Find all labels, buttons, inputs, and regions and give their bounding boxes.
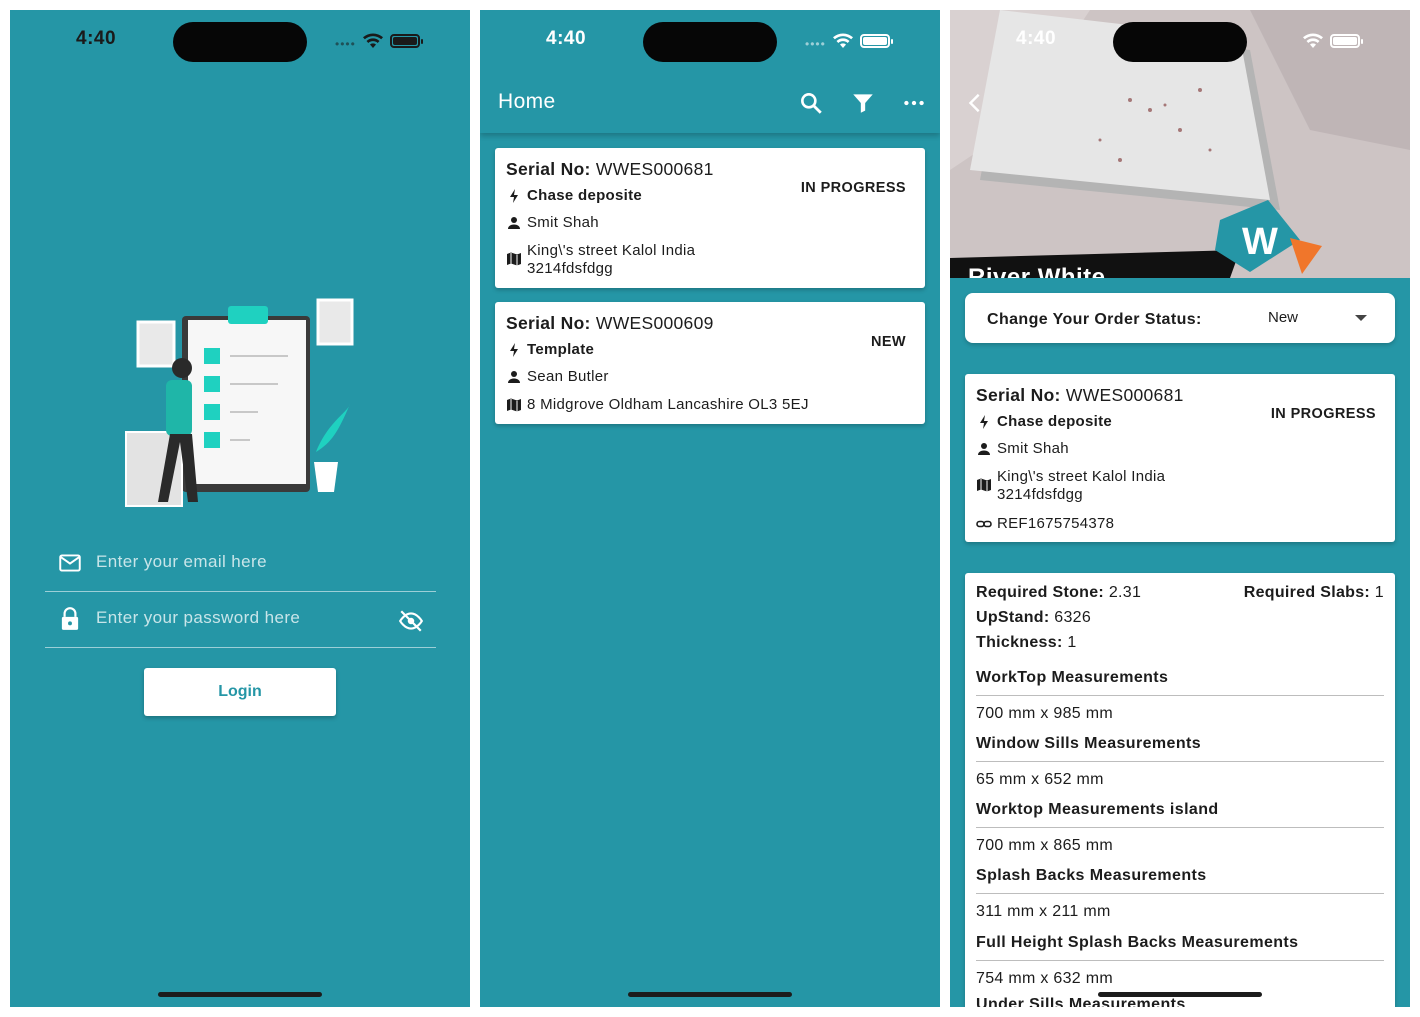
signal-icon: •••• [335, 37, 356, 51]
reference-row: REF1675754378 [976, 515, 1114, 532]
dynamic-island [643, 22, 777, 62]
address-row: King\'s street Kalol India 3214fdsfdgg [976, 468, 1191, 504]
home-indicator [628, 992, 792, 997]
measurement-title: WorkTop Measurements [976, 669, 1169, 686]
status-time: 4:40 [1016, 28, 1057, 49]
serial-number: Serial No: WWES000681 [506, 159, 714, 179]
dynamic-island [1113, 22, 1247, 62]
measurement-value: 311 mm x 211 mm [976, 903, 1111, 920]
status-icons: •••• [1275, 30, 1363, 52]
email-placeholder: Enter your email here [96, 552, 267, 571]
wifi-icon [362, 33, 383, 48]
divider [976, 761, 1384, 762]
template-row: Chase deposite [976, 413, 1112, 430]
search-icon[interactable] [798, 90, 824, 116]
wifi-icon [1302, 33, 1323, 48]
required-stone: Required Stone: 2.31 [976, 584, 1142, 601]
order-card: Serial No: WWES000681 Chase deposite Smi… [965, 374, 1395, 542]
visibility-off-icon[interactable] [398, 608, 424, 634]
more-icon[interactable] [901, 90, 927, 116]
measurement-title: Window Sills Measurements [976, 735, 1202, 752]
dynamic-island [173, 22, 307, 62]
map-icon [507, 252, 521, 266]
battery-icon [389, 34, 423, 48]
product-title: River White [968, 264, 1106, 278]
svg-text:W: W [1242, 221, 1278, 263]
battery-icon [1329, 34, 1363, 48]
bolt-icon [510, 189, 518, 203]
template-row: Chase deposite [506, 187, 642, 204]
back-icon[interactable] [964, 92, 986, 114]
checklist-illustration [125, 298, 354, 507]
bolt-icon [980, 415, 988, 429]
mail-icon [59, 554, 81, 572]
order-card[interactable]: Serial No: WWES000681 Chase deposite Smi… [495, 148, 925, 288]
status-icons: •••• [335, 30, 423, 52]
home-indicator [158, 992, 322, 997]
customer-row: Smit Shah [976, 440, 1069, 457]
status-dropdown-label: Change Your Order Status: [987, 311, 1202, 328]
battery-icon [859, 34, 893, 48]
status-badge: NEW [870, 334, 906, 350]
status-dropdown-value[interactable]: New [1268, 309, 1298, 326]
status-time: 4:40 [546, 28, 587, 49]
required-slabs: Required Slabs: 1 [1243, 584, 1384, 601]
page-title: Home [498, 90, 556, 113]
measurement-value: 700 mm x 865 mm [976, 837, 1113, 854]
order-card[interactable]: Serial No: WWES000609 Template Sean Butl… [495, 302, 925, 424]
status-badge: IN PROGRESS [800, 180, 906, 196]
measurement-value: 754 mm x 632 mm [976, 970, 1113, 987]
person-icon [508, 217, 520, 229]
map-icon [977, 478, 991, 492]
customer-row: Sean Butler [506, 368, 609, 385]
template-row: Template [506, 341, 594, 358]
password-placeholder: Enter your password here [96, 608, 301, 627]
specifications-card: Required Stone: 2.31 Required Slabs: 1 U… [965, 573, 1395, 1007]
login-button[interactable]: Login [144, 668, 336, 716]
serial-number: Serial No: WWES000681 [976, 385, 1184, 405]
order-detail-screen: W River White 4:40 •••• Change Your Orde… [950, 10, 1410, 1007]
person-icon [508, 371, 520, 383]
serial-number: Serial No: WWES000609 [506, 313, 714, 333]
measurement-title: Splash Backs Measurements [976, 867, 1207, 884]
person-icon [978, 443, 990, 455]
address-row: King\'s street Kalol India 3214fdsfdgg [506, 242, 721, 278]
divider [976, 827, 1384, 828]
measurement-value: 700 mm x 985 mm [976, 705, 1113, 722]
status-time: 4:40 [76, 28, 117, 49]
thickness: Thickness: 1 [976, 634, 1077, 651]
divider [976, 695, 1384, 696]
login-screen: 4:40 •••• Enter your email here Enter yo… [10, 10, 470, 1007]
home-screen: Home 4:40 •••• Serial No: WWES000681 Cha… [480, 10, 940, 1007]
filter-icon[interactable] [850, 90, 876, 116]
status-badge: IN PROGRESS [1270, 406, 1376, 422]
link-icon [976, 520, 992, 528]
measurement-title: Under Sills Measurements [976, 996, 1186, 1007]
dropdown-caret-icon[interactable] [1355, 315, 1367, 321]
home-indicator [1098, 992, 1262, 997]
upstand: UpStand: 6326 [976, 609, 1092, 626]
status-icons: •••• [805, 30, 893, 52]
email-field[interactable]: Enter your email here [45, 536, 436, 592]
signal-icon: •••• [805, 37, 826, 51]
wifi-icon [832, 33, 853, 48]
password-field[interactable]: Enter your password here [45, 592, 436, 648]
address-row: 8 Midgrove Oldham Lancashire OL3 5EJ [506, 396, 809, 413]
measurement-value: 65 mm x 652 mm [976, 771, 1104, 788]
divider [976, 893, 1384, 894]
order-status-dropdown[interactable]: Change Your Order Status: New [965, 293, 1395, 343]
lock-icon [61, 607, 79, 630]
measurement-title: Worktop Measurements island [976, 801, 1219, 818]
customer-row: Smit Shah [506, 214, 599, 231]
bolt-icon [510, 343, 518, 357]
map-icon [507, 398, 521, 412]
measurement-title: Full Height Splash Backs Measurements [976, 934, 1299, 951]
divider [976, 960, 1384, 961]
